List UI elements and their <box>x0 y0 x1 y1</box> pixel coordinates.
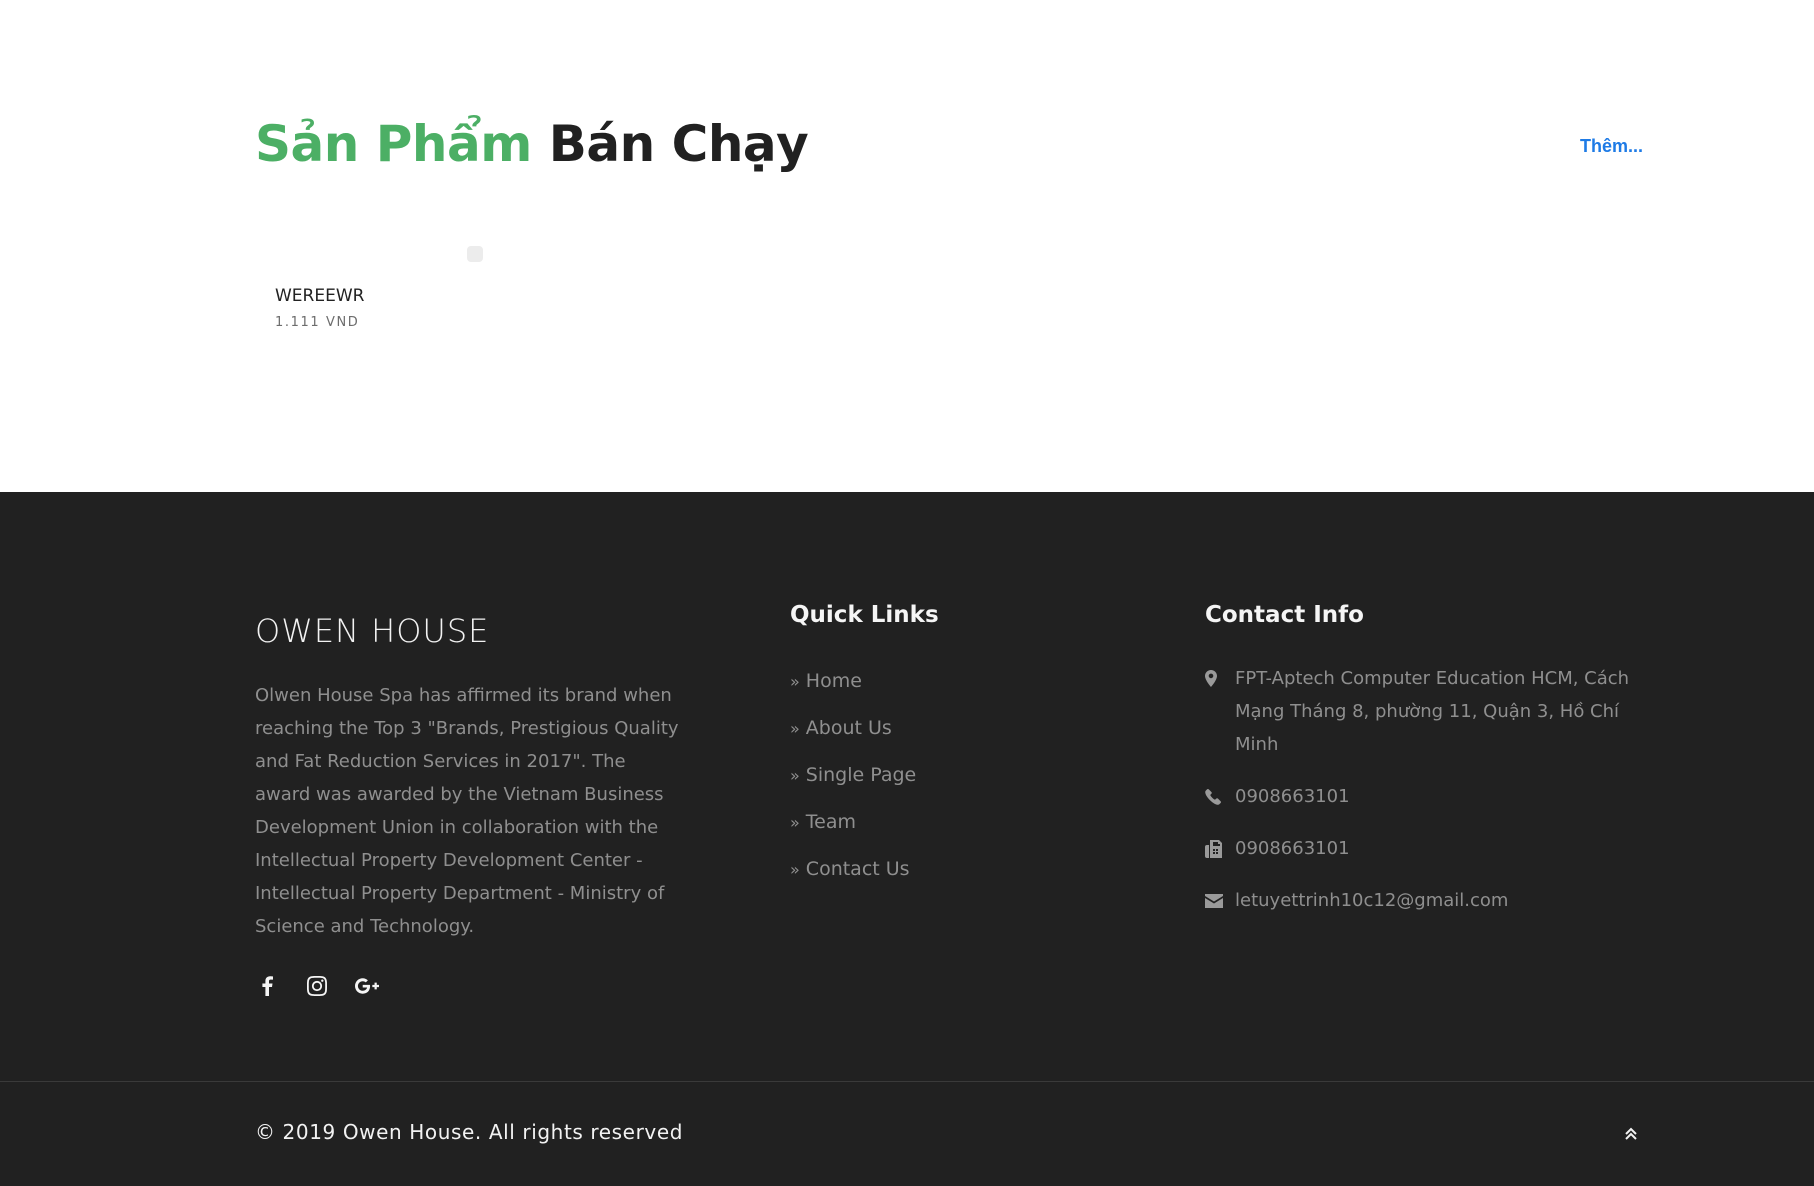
footer: OWEN HOUSE Olwen House Spa has affirmed … <box>0 492 1814 1081</box>
double-chevron-right-icon: » <box>790 671 800 691</box>
quick-links-title: Quick Links <box>790 602 939 628</box>
quick-link-label: About Us <box>805 717 892 739</box>
quick-link-contact-us[interactable]: » Contact Us <box>790 858 910 880</box>
footer-bottom-bar: © 2019 Owen House. All rights reserved <box>0 1081 1814 1186</box>
facebook-icon[interactable] <box>255 974 279 998</box>
social-links <box>255 974 379 998</box>
quick-link-home[interactable]: » Home <box>790 670 862 692</box>
list-item: » About Us <box>790 717 916 764</box>
double-chevron-right-icon: » <box>790 812 800 832</box>
quick-link-label: Single Page <box>805 764 917 786</box>
product-name[interactable]: WEREEWR <box>275 286 364 306</box>
contact-fax-text: 0908663101 <box>1235 838 1350 859</box>
footer-brand: OWEN HOUSE <box>255 612 490 650</box>
fax-icon <box>1205 832 1225 865</box>
google-plus-icon[interactable] <box>355 974 379 998</box>
quick-link-label: Team <box>805 811 857 833</box>
contact-address: FPT-Aptech Computer Education HCM, Cách … <box>1205 662 1655 761</box>
instagram-icon[interactable] <box>305 974 329 998</box>
quick-link-label: Contact Us <box>805 858 910 880</box>
footer-about-text: Olwen House Spa has affirmed its brand w… <box>255 685 679 937</box>
envelope-icon <box>1205 884 1225 917</box>
list-item: » Home <box>790 670 916 717</box>
contact-email-text[interactable]: letuyettrinh10c12@gmail.com <box>1235 884 1508 917</box>
list-item: » Team <box>790 811 916 858</box>
contact-info-title: Contact Info <box>1205 602 1364 628</box>
contact-phone: 0908663101 <box>1205 780 1655 813</box>
copyright-text: © 2019 Owen House. All rights reserved <box>255 1120 684 1144</box>
double-chevron-right-icon: » <box>790 765 800 785</box>
section-title: Sản Phẩm Bán Chạy <box>255 115 809 173</box>
section-title-highlight: Sản Phẩm <box>255 115 532 173</box>
quick-link-label: Home <box>805 670 862 692</box>
product-card[interactable]: WEREEWR 1.111 VND <box>255 240 485 340</box>
more-link[interactable]: Thêm... <box>1580 136 1643 157</box>
quick-links-list: » Home » About Us » Single Page » Team » Cont… <box>790 670 916 905</box>
product-price: 1.111 VND <box>275 315 360 330</box>
product-image[interactable] <box>467 246 483 262</box>
contact-email: letuyettrinh10c12@gmail.com <box>1205 884 1655 917</box>
map-marker-icon <box>1205 662 1225 695</box>
section-title-rest: Bán Chạy <box>548 115 809 173</box>
quick-link-about-us[interactable]: » About Us <box>790 717 892 739</box>
double-chevron-up-icon <box>1625 1127 1637 1140</box>
quick-link-team[interactable]: » Team <box>790 811 856 833</box>
contact-fax: 0908663101 <box>1205 832 1655 865</box>
phone-icon <box>1205 780 1225 813</box>
contact-phone-text[interactable]: 0908663101 <box>1235 780 1350 813</box>
quick-link-single-page[interactable]: » Single Page <box>790 764 916 786</box>
back-to-top-button[interactable] <box>1619 1122 1643 1146</box>
contact-address-text: FPT-Aptech Computer Education HCM, Cách … <box>1235 668 1630 755</box>
contact-info-list: FPT-Aptech Computer Education HCM, Cách … <box>1205 662 1655 917</box>
list-item: » Contact Us <box>790 858 916 905</box>
double-chevron-right-icon: » <box>790 859 800 879</box>
double-chevron-right-icon: » <box>790 718 800 738</box>
best-sellers-section: Sản Phẩm Bán Chạy Thêm... WEREEWR 1.111 … <box>0 0 1814 492</box>
list-item: » Single Page <box>790 764 916 811</box>
